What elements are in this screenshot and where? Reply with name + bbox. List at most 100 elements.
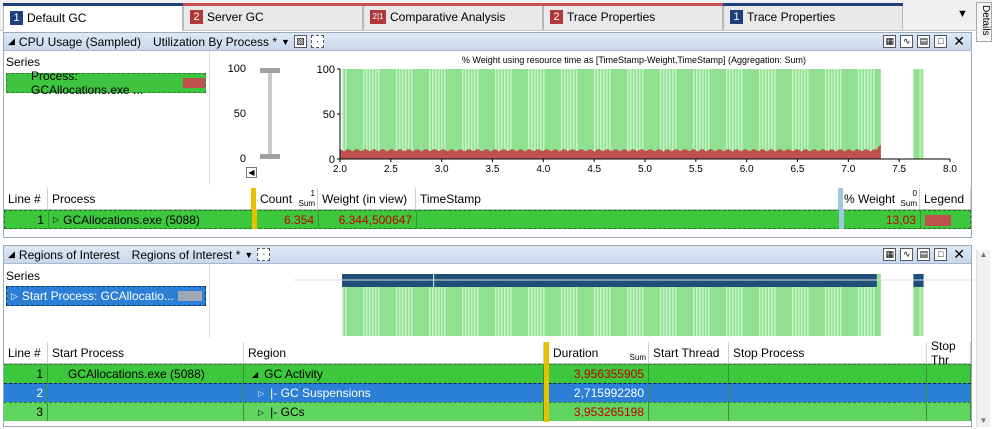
- x-tick-label: 5.0: [638, 164, 652, 175]
- tab-3[interactable]: 2|1 Comparative Analysis: [363, 3, 543, 30]
- column-header[interactable]: Weight (in view): [318, 188, 416, 209]
- highlight-stripe: [573, 69, 575, 159]
- tab-1[interactable]: 1 Default GC: [3, 3, 183, 31]
- cell-duration: 3,956355905: [573, 367, 644, 381]
- close-icon[interactable]: ✕: [953, 33, 965, 50]
- cell-line: 1: [36, 367, 43, 381]
- table-row[interactable]: 1 GCAllocations.exe (5088) ◢ GC Activity 3,9…: [4, 364, 971, 384]
- series-header: Series: [6, 55, 41, 69]
- column-header[interactable]: Start Thread: [649, 342, 729, 363]
- tab-color-bar: [543, 3, 723, 6]
- preset-dropdown-icon[interactable]: ▼: [244, 250, 253, 260]
- table-row[interactable]: 3 ▷ |- GCs 3,953265198: [4, 402, 971, 422]
- highlight-stripe: [507, 69, 509, 159]
- table-row[interactable]: 1 ▷ GCAllocations.exe (5088) 6.354 6.344,500…: [4, 210, 971, 229]
- highlight-stripe: [435, 69, 437, 159]
- highlight-stripe: [792, 69, 794, 159]
- column-header[interactable]: Region: [244, 342, 544, 363]
- tab-overflow-button[interactable]: ▼: [957, 8, 968, 20]
- details-side-tab[interactable]: Details: [976, 2, 992, 42]
- tab-label: Trace Properties: [747, 10, 836, 24]
- highlight-stripe: [468, 69, 470, 159]
- highlight-stripe: [831, 69, 833, 159]
- column-header[interactable]: Legend: [920, 188, 971, 209]
- gold-divider: [544, 402, 549, 422]
- column-header[interactable]: Duration Sum: [549, 342, 649, 363]
- right-scrollbar[interactable]: ▲ ▼: [976, 250, 990, 427]
- chart-settings-icon[interactable]: ▧: [293, 35, 307, 48]
- roi-chart[interactable]: [294, 266, 974, 336]
- cpu-chart[interactable]: % Weight using resource time as [TimeSta…: [294, 53, 974, 183]
- tab-2[interactable]: 2 Server GC: [183, 3, 363, 30]
- highlight-stripe: [708, 69, 710, 159]
- graph-view-icon[interactable]: ∿: [900, 35, 914, 48]
- table-view-icon[interactable]: ▦: [883, 35, 897, 48]
- cpu-usage-panel: ◢ CPU Usage (Sampled) Utilization By Pro…: [3, 32, 972, 238]
- zoom-slider-bottom-handle[interactable]: [260, 154, 280, 159]
- scroll-down-icon[interactable]: ▼: [977, 416, 990, 425]
- expand-icon[interactable]: ▷: [53, 215, 59, 224]
- table-view-icon[interactable]: ▦: [883, 248, 897, 261]
- graph-view-icon[interactable]: ∿: [900, 248, 914, 261]
- highlight-stripe: [828, 69, 830, 159]
- highlight-stripe: [919, 69, 921, 159]
- cpu-preset-dropdown[interactable]: Utilization By Process *: [153, 35, 277, 49]
- preset-dropdown-icon[interactable]: ▼: [281, 37, 290, 47]
- tab-5[interactable]: 1 Trace Properties: [723, 3, 903, 30]
- highlight-stripe: [663, 69, 665, 159]
- column-header[interactable]: Process: [48, 188, 256, 209]
- highlight-stripe: [366, 69, 368, 159]
- regions-of-interest-panel: ◢ Regions of Interest Regions of Interes…: [3, 245, 974, 427]
- close-icon[interactable]: ✕: [953, 246, 965, 263]
- zoom-slider-track[interactable]: [268, 73, 272, 159]
- column-header[interactable]: Start Process: [48, 342, 244, 363]
- column-header-label: Legend: [924, 191, 965, 206]
- selection-mode-icon[interactable]: ·: [310, 35, 324, 48]
- table-cell: [927, 384, 971, 402]
- highlight-stripe: [837, 69, 839, 159]
- collapse-icon[interactable]: ◢: [252, 370, 258, 379]
- column-header[interactable]: Stop Thr: [927, 339, 971, 367]
- column-header-label: Weight (in view): [322, 191, 408, 206]
- x-tick-label: 8.0: [943, 164, 957, 175]
- zoom-left-icon[interactable]: ◀: [246, 167, 257, 178]
- maximize-icon[interactable]: □: [934, 35, 948, 48]
- roi-preset-dropdown[interactable]: Regions of Interest *: [132, 248, 241, 262]
- highlight-stripe: [471, 69, 473, 159]
- split-view-icon[interactable]: ▤: [917, 35, 931, 48]
- expand-icon[interactable]: ▷: [258, 389, 264, 398]
- column-header[interactable]: Line #: [4, 188, 48, 209]
- column-header[interactable]: % Weight Sum 0: [840, 188, 920, 209]
- expand-icon[interactable]: ▷: [258, 408, 264, 417]
- x-tick-label: 3.5: [486, 164, 500, 175]
- sum-label: Sum: [900, 199, 917, 208]
- maximize-icon[interactable]: □: [934, 248, 948, 261]
- gold-divider[interactable]: [251, 188, 256, 210]
- x-tick-label: 3.0: [435, 164, 449, 175]
- tab-4[interactable]: 2 Trace Properties: [543, 3, 723, 30]
- table-row[interactable]: 2 ▷ |- GC Suspensions 2,715992280: [4, 383, 971, 403]
- column-header[interactable]: TimeStamp: [416, 188, 840, 209]
- series-item[interactable]: ▷ Start Process: GCAllocatio...: [6, 286, 206, 306]
- cpu-panel-title: CPU Usage (Sampled): [18, 34, 141, 49]
- tab-color-bar: [3, 3, 183, 6]
- collapse-icon[interactable]: ◢: [8, 36, 15, 47]
- selection-mode-icon[interactable]: ·: [257, 248, 271, 261]
- column-header[interactable]: Line #: [4, 342, 48, 363]
- cell-start-process: GCAllocations.exe (5088): [68, 367, 205, 381]
- series-item[interactable]: Process: GCAllocations.exe ...: [6, 69, 206, 97]
- blue-divider[interactable]: [838, 188, 843, 210]
- collapse-icon[interactable]: ◢: [8, 249, 15, 260]
- column-header-label: Region: [248, 345, 287, 360]
- column-header[interactable]: Count Sum 1: [256, 188, 318, 209]
- scroll-up-icon[interactable]: ▲: [977, 250, 990, 259]
- table-cell: [729, 384, 927, 402]
- split-view-icon[interactable]: ▤: [917, 248, 931, 261]
- expand-icon[interactable]: ▷: [11, 291, 18, 302]
- highlight-stripe: [762, 69, 764, 159]
- column-header[interactable]: Stop Process: [729, 342, 927, 363]
- zoom-slider-top-handle[interactable]: [260, 68, 280, 73]
- gold-divider[interactable]: [544, 342, 549, 364]
- table-cell: [729, 365, 927, 383]
- highlight-stripe: [363, 69, 365, 159]
